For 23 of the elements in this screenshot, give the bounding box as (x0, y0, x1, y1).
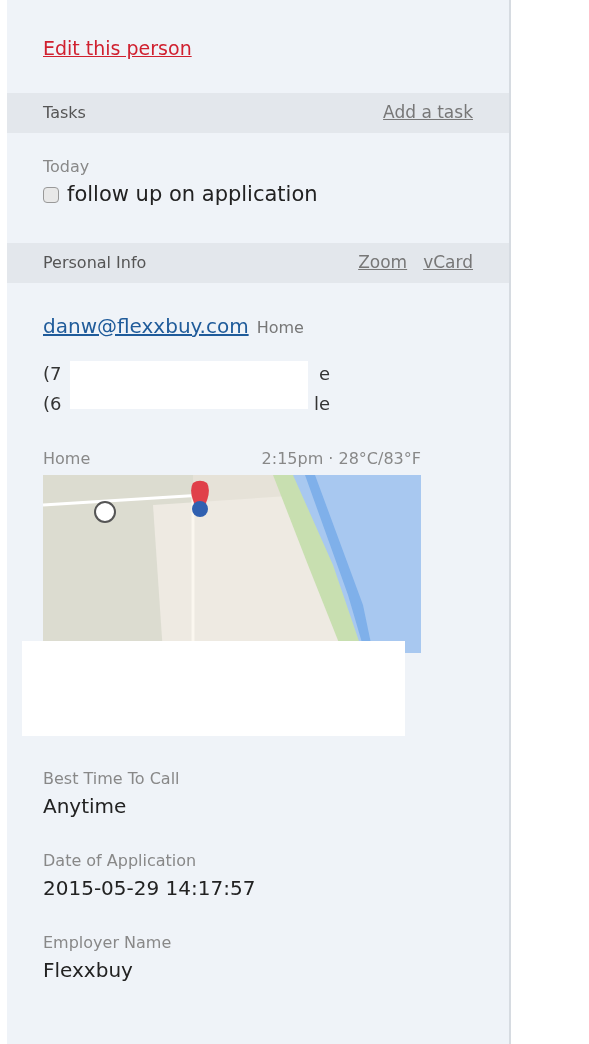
field-value: Anytime (43, 793, 128, 820)
phone-type: le (313, 392, 330, 416)
task-text: follow up on application (67, 181, 318, 208)
vcard-link[interactable]: vCard (423, 250, 473, 276)
section-title: Personal Info (43, 252, 147, 274)
field-label: Employer Name (43, 932, 173, 954)
section-title: Tasks (43, 102, 86, 124)
field-label: Date of Application (43, 850, 198, 872)
phone-type: e (318, 362, 330, 386)
task-checkbox[interactable] (43, 186, 59, 203)
field-value: Flexxbuy (43, 957, 134, 984)
task-group-label: Today (43, 156, 91, 178)
local-time-weather: 2:15pm · 28°C/83°F (261, 448, 421, 470)
email-type: Home (256, 317, 304, 339)
phone-number: (7 (43, 362, 62, 386)
field-label: Best Time To Call (43, 768, 181, 790)
field-value: 2015-05-29 14:17:57 (43, 875, 257, 902)
zoom-link[interactable]: Zoom (358, 250, 408, 276)
phone-number: (6 (43, 392, 62, 416)
email-link[interactable]: danw@flexxbuy.com (43, 311, 249, 341)
add-task-link[interactable]: Add a task (383, 100, 473, 126)
address-label: Home (43, 448, 91, 470)
edit-link[interactable]: Edit this person (43, 37, 192, 59)
